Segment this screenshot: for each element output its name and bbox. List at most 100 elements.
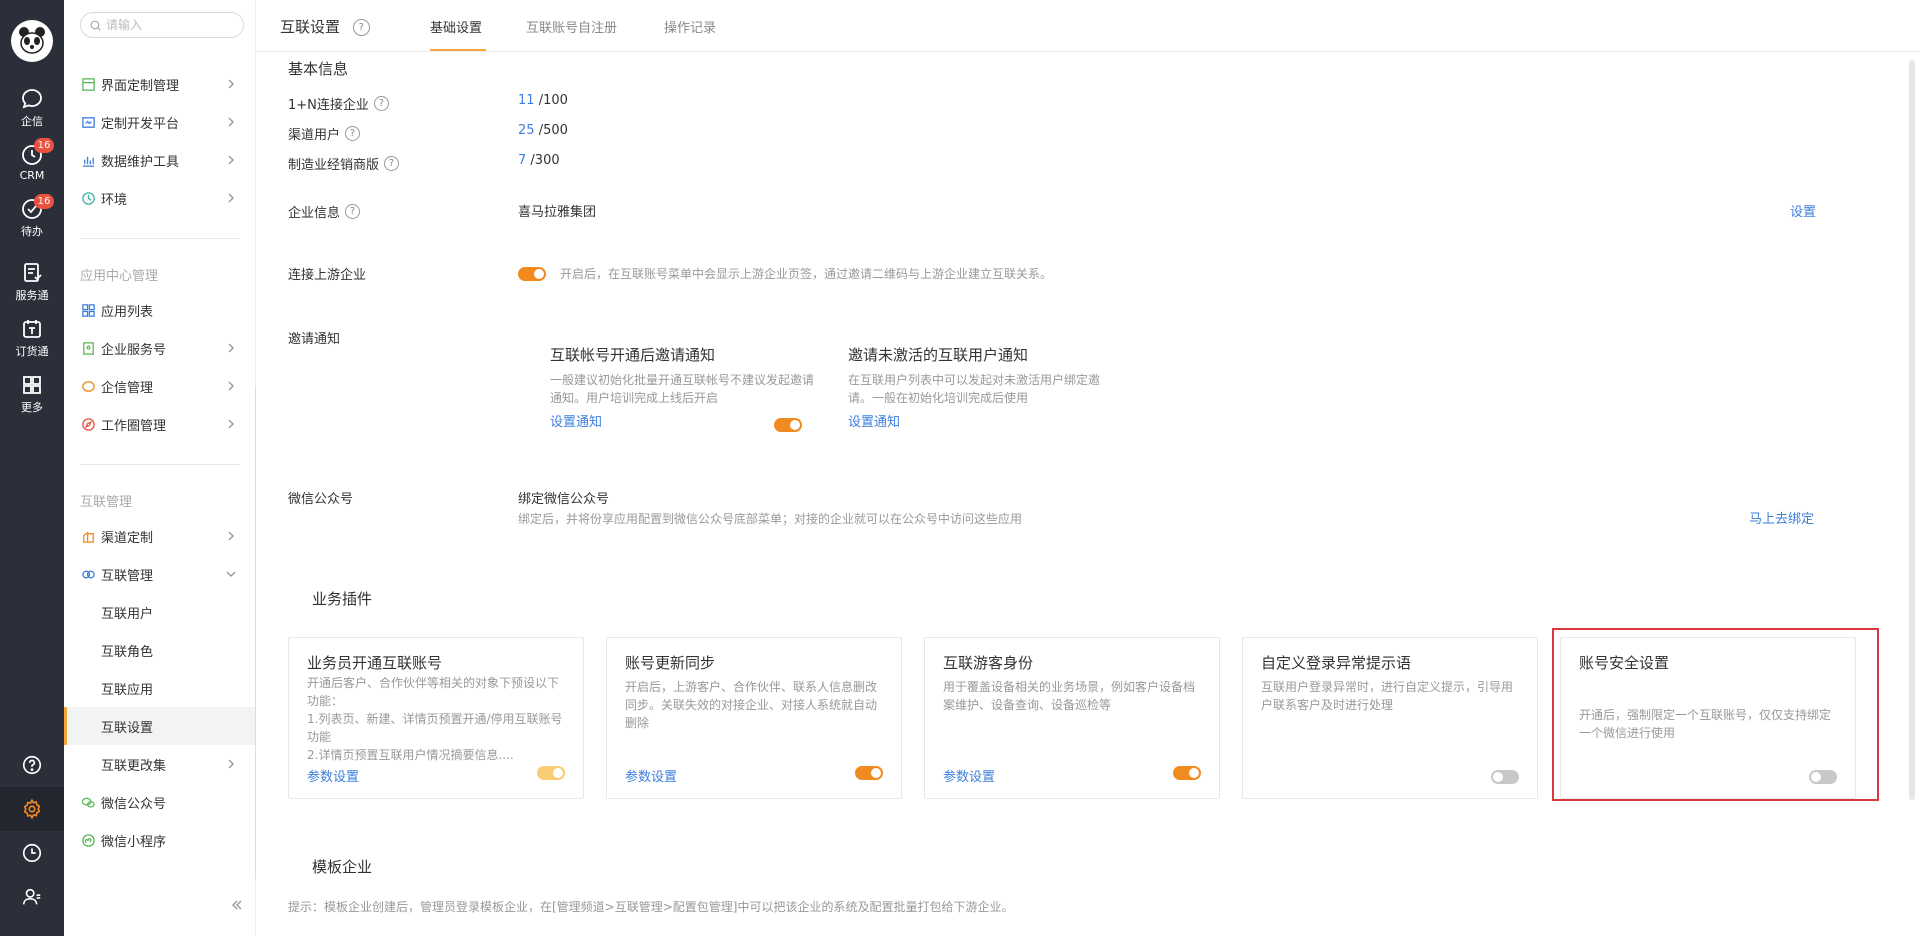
sidebar-item-wechat-miniprogram[interactable]: 微信小程序 [64,821,256,859]
stat-total: /100 [538,93,568,108]
grid-icon [23,376,41,394]
inactive-notice-link[interactable]: 设置通知 [848,411,1118,430]
plugin-card-desc: 用于覆盖设备相关的业务场景，例如客户设备档案维护、设备查询、设备巡检等 [943,680,1196,712]
settings-button[interactable] [0,787,64,831]
plugin-card-title: 业务员开通互联账号 [307,654,443,672]
rail-item-todo[interactable]: 待办 16 [0,192,64,244]
stat-label-text: 制造业经销商版 [288,158,380,173]
stat-label-text: 1+N连接企业 [288,98,369,113]
sidebar-item-interconnect-roles[interactable]: 互联角色 [64,631,256,669]
search-icon [90,20,101,31]
highlight-box [1552,628,1879,801]
sidebar-item-label: 企信管理 [101,380,154,396]
plugin-card-toggle[interactable] [1173,766,1201,780]
sidebar-group-interconnect: 互联管理 [80,495,133,510]
sidebar-item-label: 互联更改集 [101,758,167,774]
stat-value: 25 /500 [518,123,568,138]
tab-basic-settings[interactable]: 基础设置 [430,17,482,36]
plugin-card-settings-link[interactable]: 参数设置 [307,766,359,785]
sidebar-search[interactable] [80,12,244,38]
enterprise-info-label: 企业信息 ? [288,202,361,221]
sidebar-group-app-center: 应用中心管理 [80,269,159,284]
sidebar-item-qixin-manage[interactable]: 企信管理 [64,367,256,405]
plugin-card-settings-link[interactable]: 参数设置 [943,766,995,785]
layout-icon [81,77,95,91]
stat-value: 11 /100 [518,93,568,108]
company-logo[interactable] [11,20,53,62]
user-settings-icon [22,888,41,905]
inactive-notice-desc: 在互联用户列表中可以发起对未激活用户绑定邀请。一般在初始化培训完成后使用 [848,373,1101,405]
rail-item-service[interactable]: 服务通 [0,256,64,308]
plugin-card-toggle[interactable] [537,766,565,780]
wechat-title: 绑定微信公众号 [518,492,610,507]
plugin-card-toggle[interactable] [855,766,883,780]
user-settings-button[interactable] [0,875,64,919]
sidebar-item-app-list[interactable]: 应用列表 [64,291,256,329]
tab-self-register[interactable]: 互联账号自注册 [526,17,617,36]
wechat-bind-link[interactable]: 马上去绑定 [1749,508,1814,527]
page-title-text: 互联设置 [280,18,341,36]
chevron-right-icon [228,759,234,769]
template-tip: 提示：模板企业创建后，管理员登录模板企业，在[管理频道>互联管理>配置包管理]中… [288,900,1014,914]
plugin-card-toggle[interactable] [1491,770,1519,784]
basic-info-title: 基本信息 [288,60,349,78]
wechat-label: 微信公众号 [288,492,354,507]
help-icon[interactable]: ? [345,126,361,141]
stat-total: /300 [530,153,560,168]
template-title: 模板企业 [312,858,373,876]
rail-item-order[interactable]: 订货通 [0,312,64,364]
tab-operation-log[interactable]: 操作记录 [664,17,716,36]
enterprise-settings-link[interactable]: 设置 [1790,201,1816,220]
miniprogram-icon [81,833,95,847]
sidebar-item-interconnect-changeset[interactable]: 互联更改集 [64,745,256,783]
sidebar-item-ui-custom[interactable]: 界面定制管理 [64,65,256,103]
rail-item-qixin[interactable]: 企信 [0,82,64,134]
sidebar-item-channel-custom[interactable]: 渠道定制 [64,517,256,555]
history-button[interactable] [0,831,64,875]
gear-icon [23,798,41,820]
stat-label: 1+N连接企业 ? [288,94,389,113]
page-title: 互联设置 ? [280,16,370,37]
chat-bubble-icon [22,89,42,109]
enterprise-label-text: 企业信息 [288,206,341,221]
plugin-card-desc: 互联用户登录异常时，进行自定义提示，引导用户联系客户及时进行处理 [1261,680,1514,712]
stat-label-text: 渠道用户 [288,128,341,143]
sidebar-item-service-account[interactable]: 企业服务号 [64,329,256,367]
help-icon[interactable]: ? [352,19,370,36]
help-button[interactable] [0,743,64,787]
rail-item-crm[interactable]: CRM 16 [0,136,64,188]
sidebar-item-wechat-official[interactable]: 微信公众号 [64,783,256,821]
search-input[interactable] [106,18,236,32]
upstream-toggle[interactable] [518,266,546,281]
sidebar-item-data-tools[interactable]: 数据维护工具 [64,141,256,179]
top-bar: 互联设置 ? 基础设置 互联账号自注册 操作记录 [256,0,1920,52]
sidebar-item-label: 渠道定制 [101,530,154,546]
collapse-sidebar-icon[interactable] [230,898,244,912]
help-icon[interactable]: ? [345,204,361,219]
sidebar-item-interconnect-manage[interactable]: 互联管理 [64,555,256,593]
sidebar-item-interconnect-users[interactable]: 互联用户 [64,593,256,631]
plugin-card-settings-link[interactable]: 参数设置 [625,766,677,785]
stat-label: 渠道用户 ? [288,124,361,143]
help-icon[interactable]: ? [373,96,389,111]
invite-notice-toggle[interactable] [774,418,802,432]
sidebar-item-label: 工作圈管理 [101,418,167,434]
sidebar-item-environment[interactable]: 环境 [64,179,256,217]
rail-item-more[interactable]: 更多 [0,368,64,420]
sidebar-item-interconnect-apps[interactable]: 互联应用 [64,669,256,707]
help-icon[interactable]: ? [384,156,400,171]
sidebar-item-label: 互联应用 [101,682,154,698]
rail-item-label: 订货通 [15,345,49,358]
stat-total: /500 [538,123,568,138]
sidebar-item-workcircle[interactable]: 工作圈管理 [64,405,256,443]
icon-rail: 企信 CRM 16 待办 16 服务通 订货通 更多 [0,0,64,936]
help-circle-icon [22,755,42,775]
main-scrollbar[interactable] [1909,60,1915,800]
stat-used: 25 [518,123,535,138]
sidebar-item-label: 微信小程序 [101,834,167,850]
sidebar-item-label: 互联管理 [101,568,154,584]
history-icon [22,843,42,863]
sidebar-item-dev-platform[interactable]: 定制开发平台 [64,103,256,141]
sidebar-divider [80,238,240,239]
sidebar-item-interconnect-settings[interactable]: 互联设置 [64,707,256,745]
